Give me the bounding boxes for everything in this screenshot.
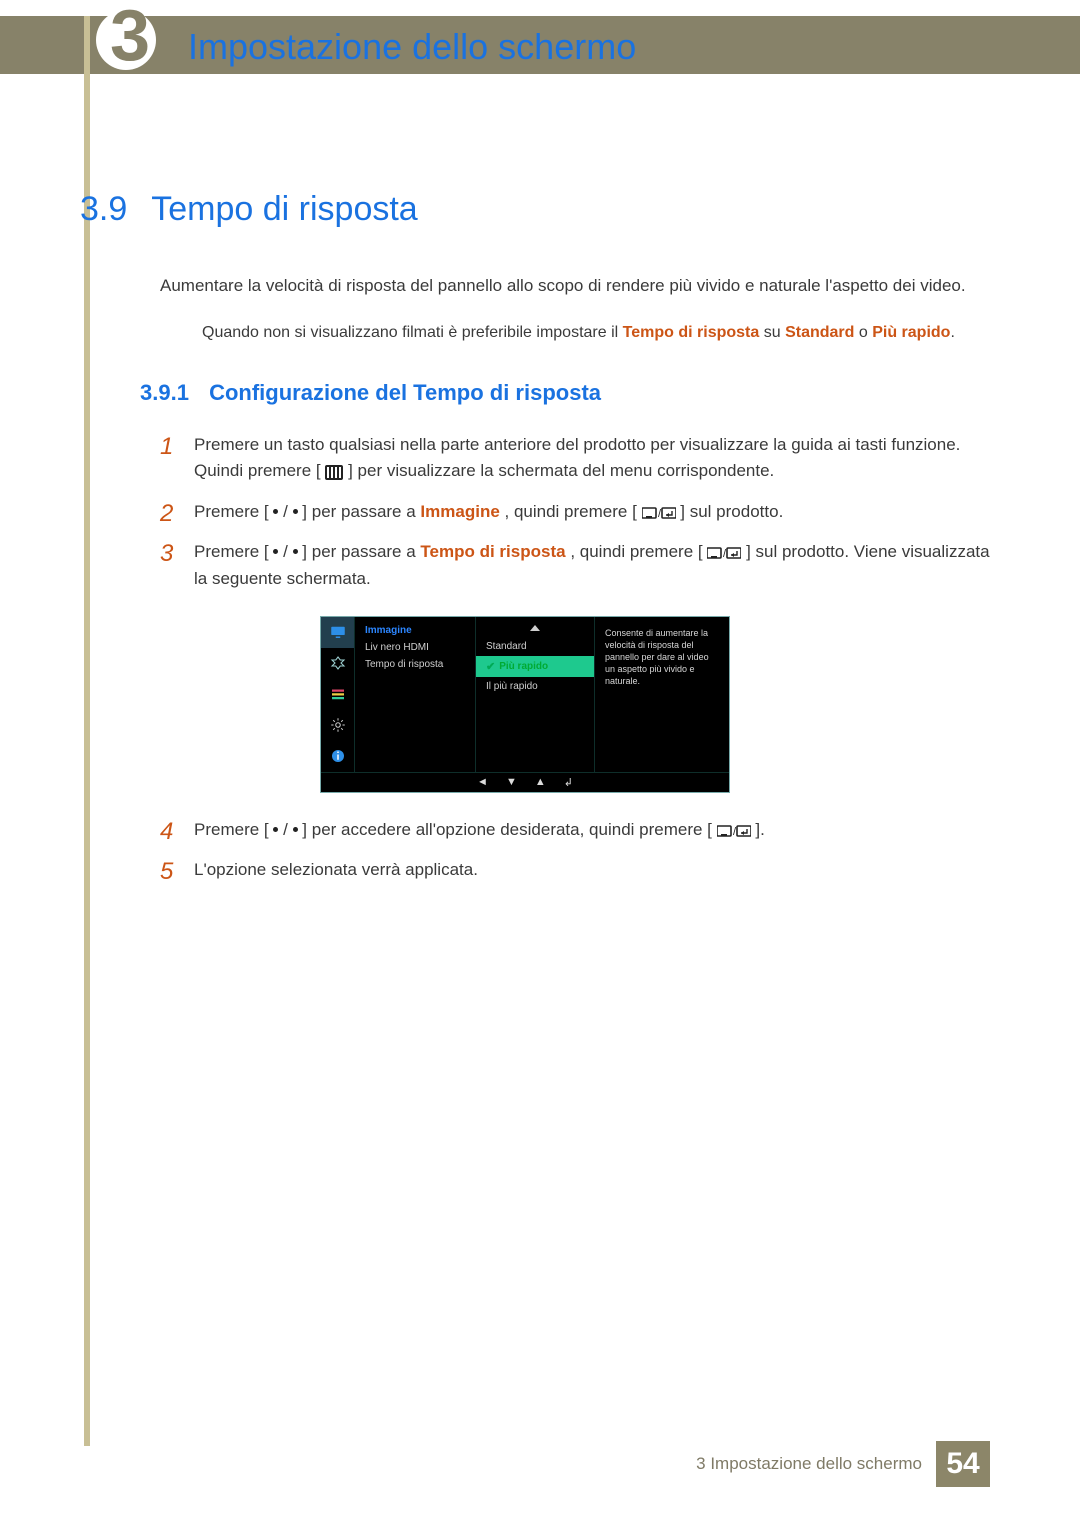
osd-icon-settings	[321, 710, 354, 741]
step-4: 4 Premere [ / ] per accedere all'opzione…	[160, 817, 1000, 843]
steps-list-continued: 4 Premere [ / ] per accedere all'opzione…	[160, 817, 1000, 884]
note-highlight-2: Standard	[785, 324, 854, 341]
subsection-title: Configurazione del Tempo di risposta	[209, 380, 601, 405]
osd-options-column: Standard ✔ Più rapido Il più rapido	[475, 617, 595, 772]
step-text: , quindi premere [	[505, 502, 637, 521]
note-text: su	[759, 324, 785, 341]
osd-description: Consente di aumentare la velocità di ris…	[595, 617, 729, 772]
dot-icon	[273, 827, 278, 832]
dot-icon	[293, 509, 298, 514]
chapter-title: Impostazione dello schermo	[188, 26, 636, 68]
page-number: 54	[936, 1441, 990, 1487]
step-text: , quindi premere [	[570, 542, 702, 561]
nav-up-icon: ▲	[535, 776, 546, 788]
step-highlight: Tempo di risposta	[420, 542, 565, 561]
step-text: Premere [	[194, 542, 269, 561]
osd-menu-item: Tempo di risposta	[365, 659, 465, 670]
nav-enter-icon: ↲	[564, 776, 573, 789]
osd-panel: Immagine Liv nero HDMI Tempo di risposta…	[320, 616, 730, 793]
step-2: 2 Premere [ / ] per passare a Immagine ,…	[160, 499, 1000, 525]
nav-left-icon: ◄	[477, 776, 488, 788]
dot-icon	[293, 549, 298, 554]
note-highlight-1: Tempo di risposta	[623, 324, 760, 341]
check-icon: ✔	[486, 660, 495, 673]
osd-icon-mode	[321, 648, 354, 679]
step-highlight: Immagine	[420, 502, 499, 521]
osd-menu-item: Liv nero HDMI	[365, 642, 465, 653]
step-text: ] per passare a	[302, 542, 420, 561]
source-enter-icon: /	[717, 824, 751, 838]
source-enter-icon: /	[642, 506, 676, 520]
osd-option: Il più rapido	[476, 677, 594, 696]
step-number: 5	[160, 853, 173, 890]
step-number: 3	[160, 535, 173, 572]
step-5: 5 L'opzione selezionata verrà applicata.	[160, 857, 1000, 883]
step-text: Premere [	[194, 820, 269, 839]
step-number: 2	[160, 495, 173, 532]
osd-nav-bar: ◄ ▼ ▲ ↲	[321, 772, 729, 792]
step-text: ].	[755, 820, 764, 839]
left-margin-decor	[84, 16, 90, 1446]
dot-icon	[273, 509, 278, 514]
steps-list: 1 Premere un tasto qualsiasi nella parte…	[160, 432, 1000, 592]
osd-sidebar	[321, 617, 355, 772]
osd-icon-menu	[321, 679, 354, 710]
note-text: o	[854, 324, 872, 341]
step-text: ] per passare a	[302, 502, 420, 521]
nav-down-icon: ▼	[506, 776, 517, 788]
step-1: 1 Premere un tasto qualsiasi nella parte…	[160, 432, 1000, 485]
dot-icon	[293, 827, 298, 832]
step-text: ] sul prodotto.	[680, 502, 783, 521]
page-footer: 3 Impostazione dello schermo 54	[0, 1441, 1080, 1487]
step-number: 4	[160, 813, 173, 850]
osd-icon-picture	[321, 617, 354, 648]
step-text: ] per visualizzare la schermata del menu…	[348, 461, 774, 480]
source-enter-icon: /	[707, 546, 741, 560]
step-text: /	[283, 820, 292, 839]
section-note: Quando non si visualizzano filmati è pre…	[202, 321, 1000, 346]
section-intro: Aumentare la velocità di risposta del pa…	[160, 273, 1000, 299]
subsection-number: 3.9.1	[140, 380, 189, 405]
step-3: 3 Premere [ / ] per passare a Tempo di r…	[160, 539, 1000, 592]
step-text: ] per accedere all'opzione desiderata, q…	[302, 820, 712, 839]
osd-menu-column: Immagine Liv nero HDMI Tempo di risposta	[355, 617, 475, 772]
dot-icon	[273, 549, 278, 554]
step-text: Premere [	[194, 502, 269, 521]
osd-option-selected: ✔ Più rapido	[476, 656, 594, 677]
step-text: /	[283, 542, 292, 561]
osd-option-label: Più rapido	[499, 661, 548, 672]
page-content: 3.9 Tempo di risposta Aumentare la veloc…	[160, 190, 1000, 898]
osd-icon-info	[321, 741, 354, 772]
step-number: 1	[160, 428, 173, 465]
section-number: 3.9	[80, 190, 127, 229]
subsection-heading: 3.9.1 Configurazione del Tempo di rispos…	[140, 380, 1000, 406]
osd-option: Standard	[476, 637, 594, 656]
section-heading: 3.9 Tempo di risposta	[80, 190, 1000, 229]
step-text: /	[283, 502, 292, 521]
chapter-number: 3	[90, 0, 150, 72]
note-text: .	[950, 324, 954, 341]
osd-menu-title: Immagine	[365, 625, 465, 636]
menu-icon	[325, 465, 343, 480]
footer-chapter-label: 3 Impostazione dello schermo	[696, 1454, 922, 1474]
step-text: L'opzione selezionata verrà applicata.	[194, 860, 478, 879]
note-text: Quando non si visualizzano filmati è pre…	[202, 324, 623, 341]
osd-screenshot: Immagine Liv nero HDMI Tempo di risposta…	[320, 616, 1000, 793]
note-highlight-3: Più rapido	[872, 324, 950, 341]
scroll-up-icon	[530, 625, 540, 631]
section-title: Tempo di risposta	[151, 190, 417, 229]
